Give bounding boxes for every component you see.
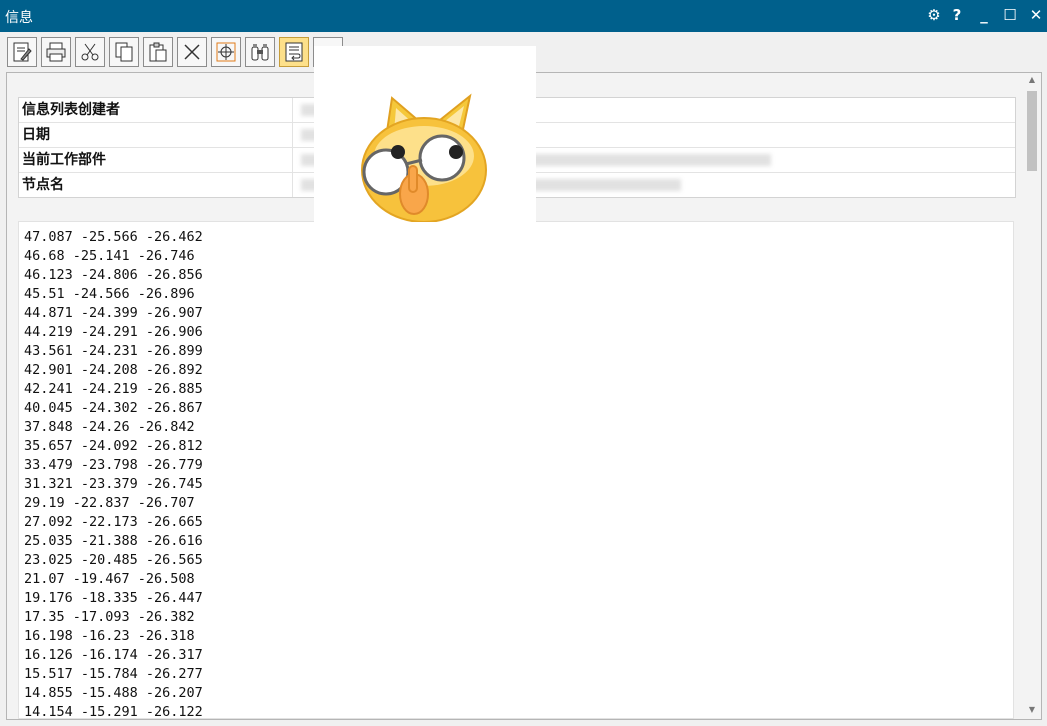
scroll-up-icon[interactable]: ▲ <box>1025 75 1039 87</box>
output-line: 35.657 -24.092 -26.812 <box>24 438 203 454</box>
output-line: 42.901 -24.208 -26.892 <box>24 362 203 378</box>
cat-with-glasses-icon <box>361 93 487 223</box>
output-line: 29.19 -22.837 -26.707 <box>24 495 195 511</box>
output-line: 21.07 -19.467 -26.508 <box>24 571 195 587</box>
title-bar: 信息 ⚙ ? _ ☐ ✕ <box>0 0 1047 32</box>
crosshair-button[interactable] <box>211 37 241 67</box>
minimize-icon[interactable]: _ <box>973 4 995 26</box>
print-icon <box>46 42 66 62</box>
output-line: 44.871 -24.399 -26.907 <box>24 305 203 321</box>
output-line: 19.176 -18.335 -26.447 <box>24 590 203 606</box>
property-label: 信息列表创建者 <box>19 98 293 122</box>
output-line: 14.855 -15.488 -26.207 <box>24 685 203 701</box>
find-button[interactable] <box>245 37 275 67</box>
output-line: 40.045 -24.302 -26.867 <box>24 400 203 416</box>
maximize-icon[interactable]: ☐ <box>999 4 1021 26</box>
find-icon <box>251 44 269 61</box>
output-line: 17.35 -17.093 -26.382 <box>24 609 195 625</box>
output-line: 44.219 -24.291 -26.906 <box>24 324 203 340</box>
window-title: 信息 <box>5 10 33 26</box>
output-line: 31.321 -23.379 -26.745 <box>24 476 203 492</box>
scroll-thumb[interactable] <box>1027 91 1037 171</box>
paste-icon <box>149 42 167 62</box>
save-icon <box>13 42 32 62</box>
output-line: 42.241 -24.219 -26.885 <box>24 381 203 397</box>
wrap-text-button[interactable] <box>279 37 309 67</box>
print-button[interactable] <box>41 37 71 67</box>
output-line: 16.198 -16.23 -26.318 <box>24 628 195 644</box>
delete-icon <box>184 44 200 60</box>
output-line: 16.126 -16.174 -26.317 <box>24 647 203 663</box>
property-label: 当前工作部件 <box>19 148 293 172</box>
output-line: 33.479 -23.798 -26.779 <box>24 457 203 473</box>
paste-button[interactable] <box>143 37 173 67</box>
output-line: 46.68 -25.141 -26.746 <box>24 248 195 264</box>
output-line: 23.025 -20.485 -26.565 <box>24 552 203 568</box>
crosshair-icon <box>216 42 236 62</box>
output-line: 43.561 -24.231 -26.899 <box>24 343 203 359</box>
settings-icon[interactable]: ⚙ <box>923 4 945 26</box>
output-line: 46.123 -24.806 -26.856 <box>24 267 203 283</box>
scroll-down-icon[interactable]: ▼ <box>1025 705 1039 717</box>
output-line: 25.035 -21.388 -26.616 <box>24 533 203 549</box>
property-label: 日期 <box>19 123 293 147</box>
output-line: 14.154 -15.291 -26.122 <box>24 704 203 719</box>
copy-icon <box>115 42 133 62</box>
help-icon[interactable]: ? <box>946 4 968 26</box>
copy-button[interactable] <box>109 37 139 67</box>
save-button[interactable] <box>7 37 37 67</box>
cut-icon <box>81 43 99 61</box>
output-line: 37.848 -24.26 -26.842 <box>24 419 195 435</box>
cut-button[interactable] <box>75 37 105 67</box>
property-label: 节点名 <box>19 173 293 197</box>
vertical-scrollbar[interactable]: ▲ ▼ <box>1025 75 1039 717</box>
wrap-text-icon <box>285 42 303 62</box>
delete-button[interactable] <box>177 37 207 67</box>
output-text-area[interactable]: 47.087 -25.566 -26.462 46.68 -25.141 -26… <box>18 221 1014 719</box>
output-lines: 47.087 -25.566 -26.462 46.68 -25.141 -26… <box>19 222 1013 719</box>
cat-emoji-sticker <box>314 46 536 223</box>
output-line: 47.087 -25.566 -26.462 <box>24 229 203 245</box>
output-line: 15.517 -15.784 -26.277 <box>24 666 203 682</box>
close-icon[interactable]: ✕ <box>1025 4 1047 26</box>
output-line: 27.092 -22.173 -26.665 <box>24 514 203 530</box>
output-line: 45.51 -24.566 -26.896 <box>24 286 195 302</box>
